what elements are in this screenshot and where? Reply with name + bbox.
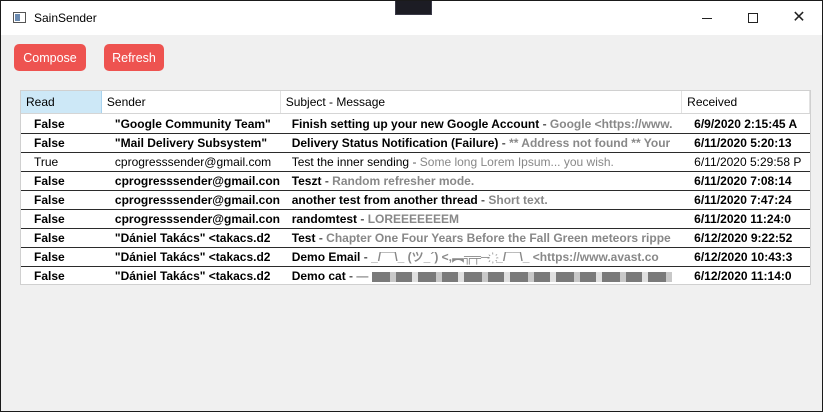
cell-received: 6/9/2020 2:15:45 A — [694, 117, 798, 131]
grid-header: Read Sender Subject - Message Received — [21, 91, 810, 114]
table-row[interactable]: False cprogresssender@gmail.con another te… — [21, 191, 810, 210]
message-preview: LOREEEEEEEM — [367, 212, 460, 226]
cell-read: False — [34, 174, 65, 188]
cell-received: 6/11/2020 7:47:24 — [694, 193, 792, 207]
cell-subject: Finish setting up your new Google Accoun… — [281, 115, 682, 133]
subject-separator: - — [357, 212, 368, 226]
cell-read: False — [34, 117, 65, 131]
camera-notch — [395, 1, 432, 15]
subject-separator: - — [409, 155, 420, 169]
subject-text: Finish setting up your new Google Accoun… — [291, 117, 540, 131]
garbled-image-preview — [371, 271, 672, 282]
cell-subject: randomtest - LOREEEEEEEM — [281, 210, 682, 228]
cell-read: False — [34, 231, 65, 245]
cell-subject: another test from another thread - Short… — [281, 191, 682, 209]
cell-sender: cprogresssender@gmail.con — [114, 212, 280, 226]
message-preview: _/¯¯\_ (ツ_´) <,︻╦╤─ ҉ _/¯¯\_ <https://ww… — [371, 250, 659, 264]
message-preview: Google <https://www. — [549, 117, 673, 131]
table-row[interactable]: False "Mail Delivery Subsystem" Delivery S… — [21, 134, 810, 153]
message-preview: Chapter One Four Years Before the Fall G… — [326, 231, 671, 245]
cell-sender: "Dániel Takács" <takacs.d2 — [114, 269, 271, 283]
message-preview: — — [356, 269, 369, 283]
header-read[interactable]: Read — [21, 91, 102, 113]
window-title: SainSender — [34, 11, 97, 25]
cell-received: 6/12/2020 9:22:52 — [694, 231, 793, 245]
cell-subject: Demo cat - — — [281, 267, 682, 284]
cell-sender: "Mail Delivery Subsystem" — [114, 136, 268, 150]
minimize-icon — [702, 17, 712, 19]
cell-received: 6/12/2020 10:43:3 — [694, 250, 793, 264]
subject-separator: - — [477, 193, 489, 207]
cell-received: 6/11/2020 5:20:13 — [694, 136, 792, 150]
close-button[interactable]: ✕ — [776, 1, 822, 35]
subject-text: Delivery Status Notification (Failure) — [291, 136, 499, 150]
cell-sender: "Google Community Team" — [114, 117, 271, 131]
table-row[interactable]: False "Dániel Takács" <takacs.d2 Test - Ch… — [21, 229, 810, 248]
maximize-icon — [748, 13, 758, 23]
close-icon: ✕ — [792, 9, 806, 26]
table-row[interactable]: False "Google Community Team" Finish setti… — [21, 115, 810, 134]
cell-subject: Demo Email - _/¯¯\_ (ツ_´) <,︻╦╤─ ҉ _/¯¯\… — [281, 248, 682, 266]
subject-text: Demo cat — [291, 269, 346, 283]
table-row[interactable]: False cprogresssender@gmail.con randomtest… — [21, 210, 810, 229]
cell-read: False — [34, 212, 65, 226]
subject-separator: - — [360, 250, 372, 264]
grid-rows: False "Google Community Team" Finish setti… — [21, 115, 810, 284]
header-sender[interactable]: Sender — [102, 91, 281, 113]
message-preview: Random refresher mode. — [332, 174, 475, 188]
cell-received: 6/12/2020 11:14:0 — [694, 269, 792, 283]
subject-separator: - — [321, 174, 333, 188]
cell-read: True — [34, 155, 59, 169]
message-preview: Some long Lorem Ipsum... you wish. — [419, 155, 614, 169]
subject-separator: - — [498, 136, 510, 150]
table-row[interactable]: False cprogresssender@gmail.con Teszt - Ra… — [21, 172, 810, 191]
cell-sender: cprogresssender@gmail.com — [114, 155, 272, 169]
cell-subject: Test - Chapter One Four Years Before the… — [281, 229, 682, 247]
cell-subject: Test the inner sending - Some long Lorem… — [281, 153, 682, 171]
cell-read: False — [34, 193, 65, 207]
header-subject[interactable]: Subject - Message — [281, 91, 683, 113]
cell-read: False — [34, 250, 65, 264]
subject-separator: - — [539, 117, 550, 131]
subject-text: Test the inner sending — [291, 155, 410, 169]
cell-received: 6/11/2020 5:29:58 P — [694, 155, 802, 169]
table-row[interactable]: True cprogresssender@gmail.com Test the in… — [21, 153, 810, 172]
maximize-button[interactable] — [730, 1, 776, 35]
message-preview: ** Address not found ** Your — [509, 136, 671, 150]
email-grid[interactable]: Read Sender Subject - Message Received F… — [20, 90, 811, 285]
minimize-button[interactable] — [684, 1, 730, 35]
cell-sender: "Dániel Takács" <takacs.d2 — [114, 250, 271, 264]
subject-text: Teszt — [291, 174, 322, 188]
cell-read: False — [34, 136, 65, 150]
subject-separator: - — [345, 269, 357, 283]
cell-received: 6/11/2020 11:24:0 — [694, 212, 791, 226]
header-received[interactable]: Received — [682, 91, 810, 113]
title-bar[interactable]: SainSender ✕ — [1, 1, 822, 35]
subject-text: another test from another thread — [291, 193, 478, 207]
cell-received: 6/11/2020 7:08:14 — [694, 174, 792, 188]
message-preview: Short text. — [488, 193, 548, 207]
cell-sender: "Dániel Takács" <takacs.d2 — [114, 231, 271, 245]
app-window: SainSender ✕ Compose Refresh Read Sender… — [0, 0, 823, 412]
cell-subject: Teszt - Random refresher mode. — [281, 172, 682, 190]
cell-sender: cprogresssender@gmail.con — [114, 174, 280, 188]
subject-text: Test — [291, 231, 316, 245]
subject-separator: - — [315, 231, 327, 245]
cell-sender: cprogresssender@gmail.con — [114, 193, 280, 207]
cell-read: False — [34, 269, 65, 283]
table-row[interactable]: False "Dániel Takács" <takacs.d2 Demo cat … — [21, 267, 810, 284]
refresh-button[interactable]: Refresh — [104, 44, 164, 71]
app-window-icon — [13, 12, 26, 23]
subject-text: Demo Email — [291, 250, 361, 264]
cell-subject: Delivery Status Notification (Failure) -… — [281, 134, 682, 152]
compose-button[interactable]: Compose — [14, 44, 86, 71]
table-row[interactable]: False "Dániel Takács" <takacs.d2 Demo Emai… — [21, 248, 810, 267]
subject-text: randomtest — [291, 212, 358, 226]
